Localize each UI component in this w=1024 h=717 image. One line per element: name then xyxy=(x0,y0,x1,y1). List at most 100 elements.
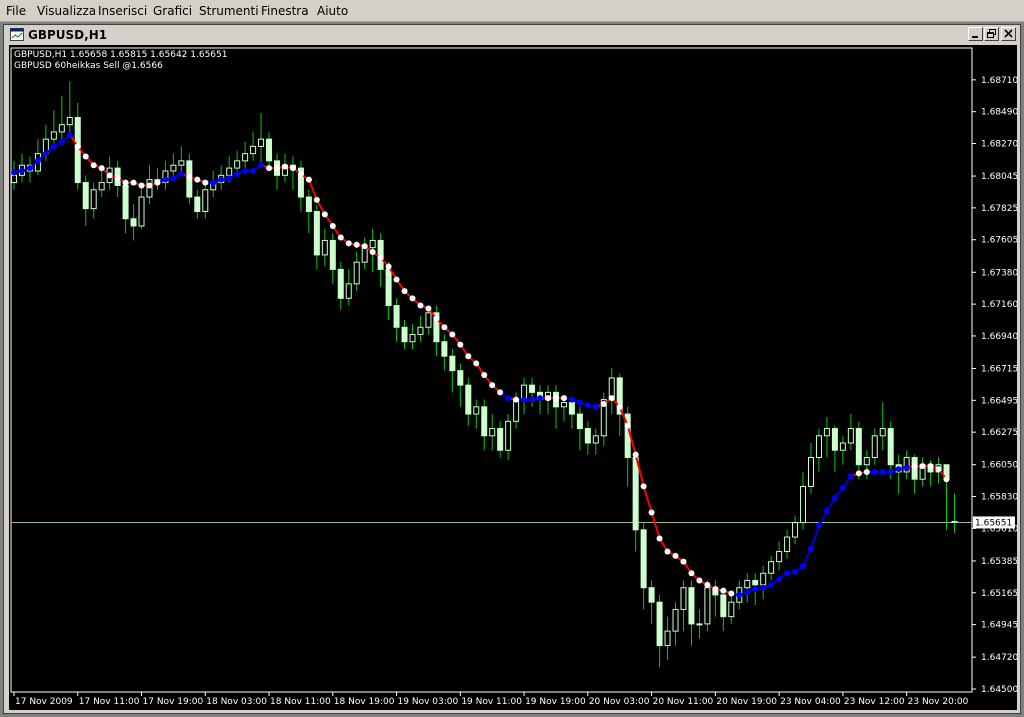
candle-body xyxy=(784,536,791,553)
candle-body xyxy=(481,406,488,437)
indicator-dot xyxy=(855,470,862,477)
y-tick-label: 1.65165 xyxy=(981,589,1017,599)
indicator-dot xyxy=(417,302,424,309)
minimize-icon xyxy=(972,36,978,38)
chart-header-line2: GBPUSD 60heikkas Sell @1.6566 xyxy=(14,61,163,71)
indicator-dot xyxy=(935,466,942,473)
candle-body xyxy=(672,608,679,632)
indicator-dot xyxy=(489,382,496,389)
indicator-dot xyxy=(879,468,886,475)
candle-body xyxy=(425,312,432,328)
indicator-dot xyxy=(34,157,41,164)
indicator-dot xyxy=(776,576,783,583)
candle-body xyxy=(831,428,838,451)
indicator-dot xyxy=(560,395,567,402)
indicator-dot xyxy=(728,590,735,597)
candle-body xyxy=(337,268,344,299)
indicator-segment xyxy=(650,512,661,539)
minimize-button[interactable] xyxy=(968,27,983,41)
candle-body xyxy=(760,572,767,586)
restore-button[interactable] xyxy=(984,27,999,41)
indicator-dot xyxy=(313,196,320,203)
indicator-dot xyxy=(361,243,368,250)
indicator-dot xyxy=(513,396,520,403)
indicator-dot xyxy=(50,143,57,150)
candle-body xyxy=(465,384,472,415)
candle-body xyxy=(951,520,958,523)
indicator-dot xyxy=(800,563,807,570)
close-icon xyxy=(1004,29,1013,38)
indicator-dot xyxy=(258,162,265,169)
candle-body xyxy=(122,184,129,220)
indicator-dot xyxy=(808,545,814,552)
y-tick-label: 1.67160 xyxy=(981,300,1017,310)
indicator-dot xyxy=(481,372,488,379)
x-tick-label: 19 Nov 19:00 xyxy=(525,697,586,707)
current-price-label: 1.65651 xyxy=(975,518,1012,528)
x-tick-label: 20 Nov 19:00 xyxy=(716,697,777,707)
indicator-dot xyxy=(202,179,209,186)
candle-body xyxy=(369,239,376,249)
indicator-dot xyxy=(26,165,33,172)
price-chart-svg: 1.68710 1.68490 1.68270 1.68045 1.67825 1.676… xyxy=(10,47,1017,707)
candle-body xyxy=(592,435,599,444)
close-button[interactable] xyxy=(1001,27,1016,41)
indicator-dot xyxy=(576,399,583,406)
candle-body xyxy=(800,485,807,524)
indicator-dot xyxy=(138,182,145,189)
indicator-dot xyxy=(592,403,599,410)
candle-body xyxy=(178,160,185,166)
candle-body xyxy=(361,247,368,263)
candle-body xyxy=(664,630,671,647)
indicator-dot xyxy=(895,466,902,473)
candle-body xyxy=(505,420,512,451)
y-tick-label: 1.67825 xyxy=(981,204,1017,214)
candle-body xyxy=(792,522,799,538)
indicator-dot xyxy=(401,288,408,295)
menu-aiuto[interactable]: Aiuto xyxy=(317,4,348,18)
indicator-dot xyxy=(345,240,352,247)
candle-body xyxy=(401,326,408,343)
indicator-dot xyxy=(760,584,767,591)
indicator-dot xyxy=(449,331,456,338)
x-tick-label: 17 Nov 19:00 xyxy=(143,697,204,707)
menu-file[interactable]: File xyxy=(6,4,26,18)
menu-inserisci[interactable]: Inserisci xyxy=(98,4,147,18)
candle-body xyxy=(234,160,241,169)
candle-body xyxy=(568,402,575,415)
menu-finestra[interactable]: Finestra xyxy=(261,4,309,18)
indicator-dot xyxy=(696,577,703,584)
y-tick-label: 1.64500 xyxy=(981,685,1017,695)
candle-body xyxy=(863,456,870,466)
candle-body xyxy=(640,529,647,589)
indicator-dot xyxy=(584,402,591,409)
candle-body xyxy=(688,587,695,625)
x-tick-label: 18 Nov 03:00 xyxy=(206,697,267,707)
candle-body xyxy=(66,116,73,126)
menu-visualizza[interactable]: Visualizza xyxy=(37,4,96,18)
candle-body xyxy=(90,189,97,210)
candle-body xyxy=(823,428,830,437)
price-chart[interactable]: 1.68710 1.68490 1.68270 1.68045 1.67825 1.676… xyxy=(9,45,1017,710)
chart-header-line1: GBPUSD,H1 1.65658 1.65815 1.65642 1.6565… xyxy=(14,50,227,60)
x-tick-label: 19 Nov 03:00 xyxy=(398,697,459,707)
indicator-dot xyxy=(784,570,791,577)
candle-body xyxy=(98,182,105,191)
indicator-dot xyxy=(600,400,607,407)
indicator-dot xyxy=(529,396,536,403)
indicator-dot xyxy=(903,464,910,471)
menu-strumenti[interactable]: Strumenti xyxy=(199,4,259,18)
indicator-dot xyxy=(640,483,647,490)
candle-body xyxy=(313,211,320,256)
indicator-dot xyxy=(250,167,257,174)
indicator-dot xyxy=(234,170,241,177)
indicator-dot xyxy=(768,581,775,588)
candle-body xyxy=(170,164,177,172)
indicator-dot xyxy=(839,484,846,491)
candle-body xyxy=(305,196,312,213)
menu-grafici[interactable]: Grafici xyxy=(153,4,192,18)
y-tick-label: 1.64720 xyxy=(981,653,1017,663)
indicator-dot xyxy=(943,476,950,483)
candle-body xyxy=(138,196,145,227)
chart-window-titlebar[interactable]: GBPUSD,H1 xyxy=(6,26,1018,44)
